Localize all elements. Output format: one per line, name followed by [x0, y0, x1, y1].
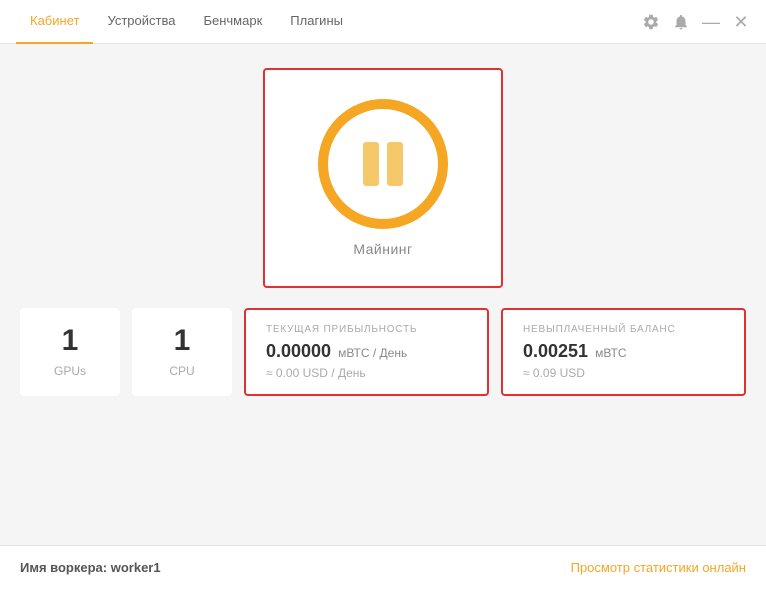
mining-card[interactable]: Майнинг [263, 68, 503, 288]
main-content: Майнинг 1 GPUs 1 CPU ТЕКУЩАЯ ПРИБЫЛЬНОСТ… [0, 44, 766, 412]
bell-icon [672, 13, 690, 31]
tab-cabinet[interactable]: Кабинет [16, 0, 93, 44]
pause-bars [363, 142, 403, 186]
profitability-sub: ≈ 0.00 USD / День [266, 366, 366, 380]
mining-label: Майнинг [353, 241, 412, 257]
balance-value: 0.00251 мВТС [523, 341, 627, 362]
profitability-card: ТЕКУЩАЯ ПРИБЫЛЬНОСТЬ 0.00000 мВТС / День… [244, 308, 489, 396]
stats-row: 1 GPUs 1 CPU ТЕКУЩАЯ ПРИБЫЛЬНОСТЬ 0.0000… [20, 308, 746, 396]
balance-sub: ≈ 0.09 USD [523, 366, 585, 380]
nav-tabs: Кабинет Устройства Бенчмарк Плагины [16, 0, 642, 44]
gpus-label: GPUs [54, 364, 86, 378]
stats-online-link[interactable]: Просмотр статистики онлайн [571, 560, 746, 575]
header: Кабинет Устройства Бенчмарк Плагины — ✕ [0, 0, 766, 44]
cpu-card: 1 CPU [132, 308, 232, 396]
gpus-card: 1 GPUs [20, 308, 120, 396]
minimize-icon[interactable]: — [702, 13, 720, 31]
settings-icon[interactable] [642, 13, 660, 31]
balance-card: НЕВЫПЛАЧЕННЫЙ БАЛАНС 0.00251 мВТС ≈ 0.09… [501, 308, 746, 396]
profitability-value: 0.00000 мВТС / День [266, 341, 407, 362]
cpu-label: CPU [169, 364, 194, 378]
tab-plugins[interactable]: Плагины [276, 0, 357, 44]
balance-title: НЕВЫПЛАЧЕННЫЙ БАЛАНС [523, 324, 676, 335]
footer: Имя воркера: worker1 Просмотр статистики… [0, 545, 766, 589]
pause-bar-left [363, 142, 379, 186]
close-icon[interactable]: ✕ [732, 13, 750, 31]
worker-name-label: Имя воркера: worker1 [20, 560, 161, 575]
cpu-count: 1 [174, 326, 191, 356]
header-actions: — ✕ [642, 13, 750, 31]
profitability-title: ТЕКУЩАЯ ПРИБЫЛЬНОСТЬ [266, 324, 417, 335]
tab-benchmark[interactable]: Бенчмарк [189, 0, 276, 44]
tab-devices[interactable]: Устройства [93, 0, 189, 44]
pause-circle [318, 99, 448, 229]
pause-bar-right [387, 142, 403, 186]
gpus-count: 1 [62, 326, 79, 356]
gear-icon [642, 13, 660, 31]
notification-icon[interactable] [672, 13, 690, 31]
